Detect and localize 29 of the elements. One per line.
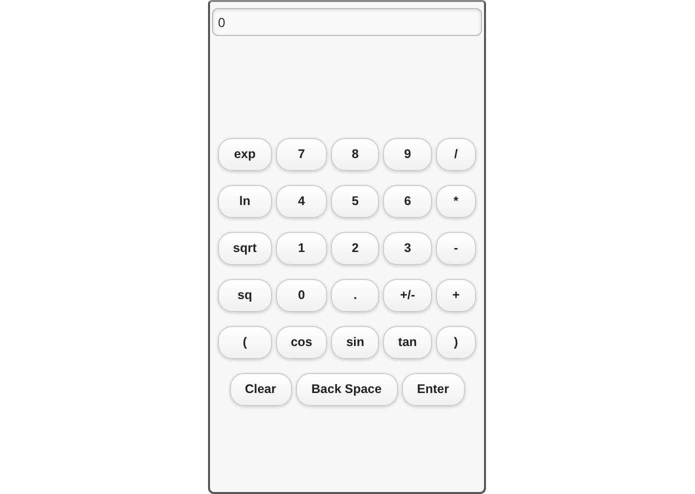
calculator-key[interactable]: sqrt	[218, 232, 272, 265]
action-button[interactable]: Clear	[230, 373, 292, 406]
calculator-key[interactable]: 4	[276, 185, 328, 218]
calculator-key[interactable]: 1	[276, 232, 328, 265]
calculator-key[interactable]: )	[436, 326, 476, 359]
calculator-key[interactable]: /	[436, 138, 476, 171]
calculator-key[interactable]: 9	[383, 138, 432, 171]
calculator-key[interactable]: 2	[331, 232, 380, 265]
calculator-key[interactable]: 8	[331, 138, 380, 171]
calculator-key[interactable]: (	[218, 326, 272, 359]
action-button[interactable]: Back Space	[296, 373, 398, 406]
display-field[interactable]: 0	[212, 8, 482, 36]
calculator-key[interactable]: 7	[276, 138, 328, 171]
calculator-key[interactable]: 5	[331, 185, 380, 218]
calculator-key[interactable]: -	[436, 232, 476, 265]
calculator-key[interactable]: tan	[383, 326, 432, 359]
calculator-key[interactable]: 3	[383, 232, 432, 265]
calculator-key[interactable]: +/-	[383, 279, 432, 312]
calculator-key[interactable]: ln	[218, 185, 272, 218]
calculator-key[interactable]: cos	[276, 326, 328, 359]
calculator-key[interactable]: +	[436, 279, 476, 312]
calculator-key[interactable]: sin	[331, 326, 380, 359]
calculator-key[interactable]: 6	[383, 185, 432, 218]
calculator-key[interactable]: 0	[276, 279, 328, 312]
calculator-key[interactable]: exp	[218, 138, 272, 171]
calculator-key[interactable]: sq	[218, 279, 272, 312]
calculator-key[interactable]: .	[331, 279, 380, 312]
calculator-key[interactable]: *	[436, 185, 476, 218]
action-button[interactable]: Enter	[402, 373, 464, 406]
